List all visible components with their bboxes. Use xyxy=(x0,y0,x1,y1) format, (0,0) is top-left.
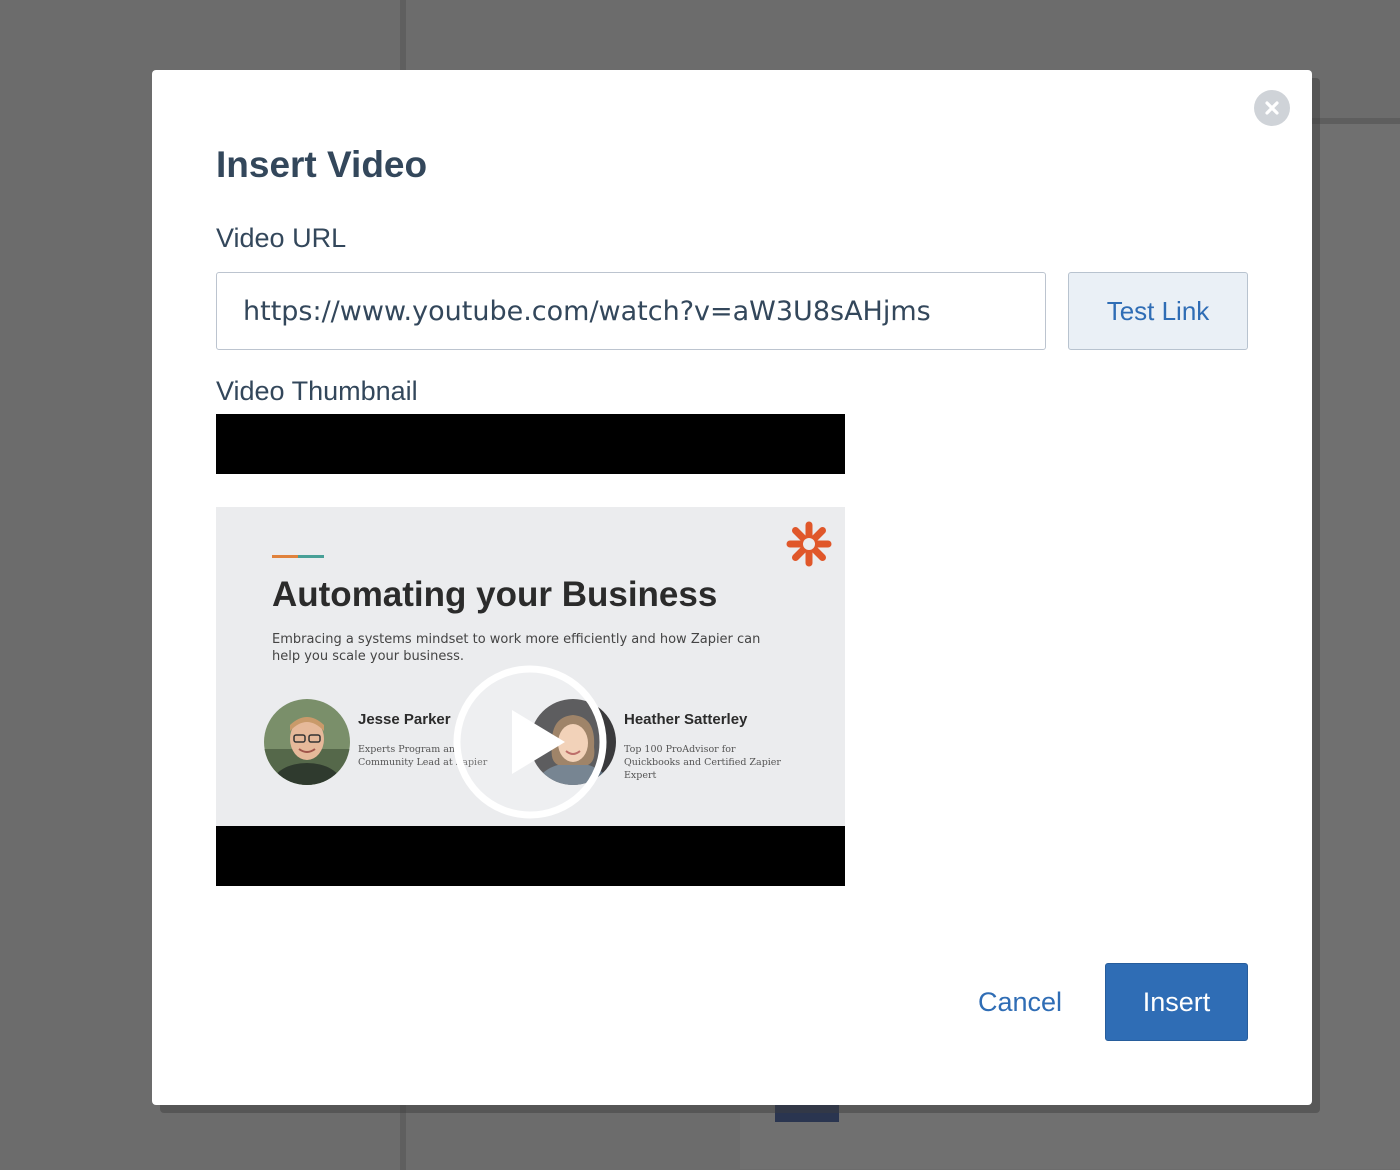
video-url-label: Video URL xyxy=(216,223,347,253)
avatar xyxy=(264,699,350,785)
zapier-asterisk-icon xyxy=(786,521,832,567)
presenter-name: Jesse Parker xyxy=(358,711,451,728)
presenter-role: Top 100 ProAdvisor for Quickbooks and Ce… xyxy=(624,744,781,781)
accent-line xyxy=(272,555,324,558)
test-link-button[interactable]: Test Link xyxy=(1068,272,1248,350)
letterbox-top xyxy=(216,414,845,474)
thumbnail-gap xyxy=(216,474,845,507)
insert-video-dialog: Insert Video Video URL Test Link Video T… xyxy=(152,70,1312,1105)
video-thumbnail-label: Video Thumbnail xyxy=(216,376,418,406)
letterbox-bottom xyxy=(216,826,845,886)
play-icon[interactable] xyxy=(452,664,608,820)
video-url-input[interactable] xyxy=(216,272,1046,350)
insert-button[interactable]: Insert xyxy=(1105,963,1248,1041)
slide-subtitle: Embracing a systems mindset to work more… xyxy=(272,632,761,664)
video-thumbnail: Automating your Business Embracing a sys… xyxy=(216,414,845,886)
presenter-name: Heather Satterley xyxy=(624,711,748,728)
slide-title: Automating your Business xyxy=(272,575,718,614)
cancel-button[interactable]: Cancel xyxy=(964,963,1076,1041)
close-button[interactable] xyxy=(1254,90,1290,126)
close-icon xyxy=(1265,101,1279,115)
thumbnail-slide: Automating your Business Embracing a sys… xyxy=(216,507,845,826)
dialog-title: Insert Video xyxy=(216,144,428,185)
